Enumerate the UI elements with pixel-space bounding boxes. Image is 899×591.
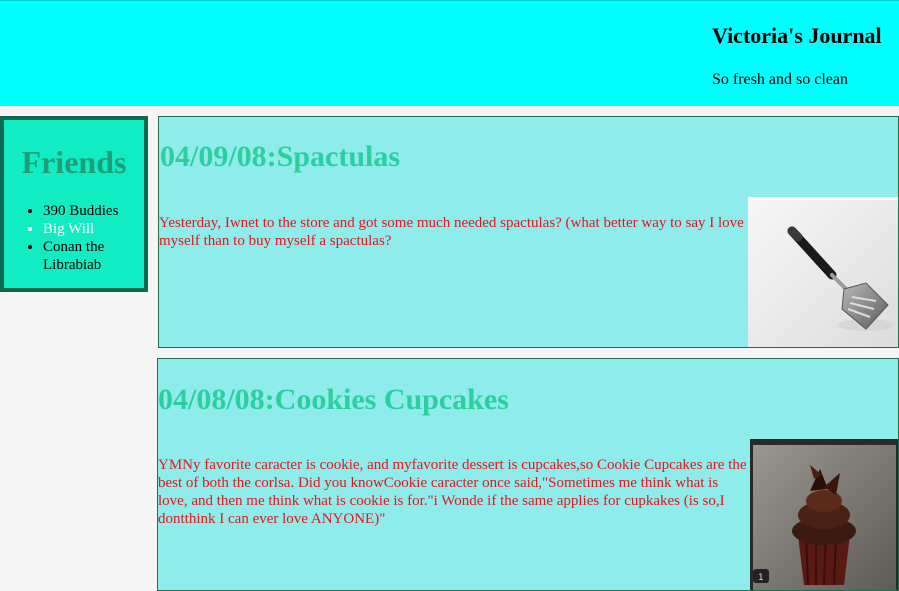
post-body: Yesterday, Iwnet to the store and got so… [159,215,744,249]
cupcake-image: 1 [750,439,898,590]
friends-sidebar: Friends 390 Buddies Big Will Conan the L… [0,116,148,292]
post-body: YMNy favorite caracter is cookie, and my… [158,457,747,527]
journal-title: Victoria's Journal [712,23,882,48]
post-title: 04/09/08:Spactulas [160,140,401,173]
journal-post-cupcakes: 04/08/08:Cookies Cupcakes YMNy favorite … [157,358,899,591]
friend-item: Big Will [43,220,144,238]
spatula-image [748,197,898,347]
friend-item: 390 Buddies [43,202,144,220]
friend-item: Conan the Librabiab [43,238,144,274]
svg-text:1: 1 [758,573,764,583]
friends-heading: Friends [21,144,127,180]
spatula-photo [748,197,898,347]
journal-subtitle: So fresh and so clean [712,71,848,88]
cupcake-photo: 1 [750,439,898,590]
friends-list: 390 Buddies Big Will Conan the Librabiab [4,202,144,274]
post-title: 04/08/08:Cookies Cupcakes [158,383,509,416]
header-banner: Victoria's Journal So fresh and so clean [0,0,899,106]
journal-post-spactulas: 04/09/08:Spactulas Yesterday, Iwnet to t… [158,116,899,348]
